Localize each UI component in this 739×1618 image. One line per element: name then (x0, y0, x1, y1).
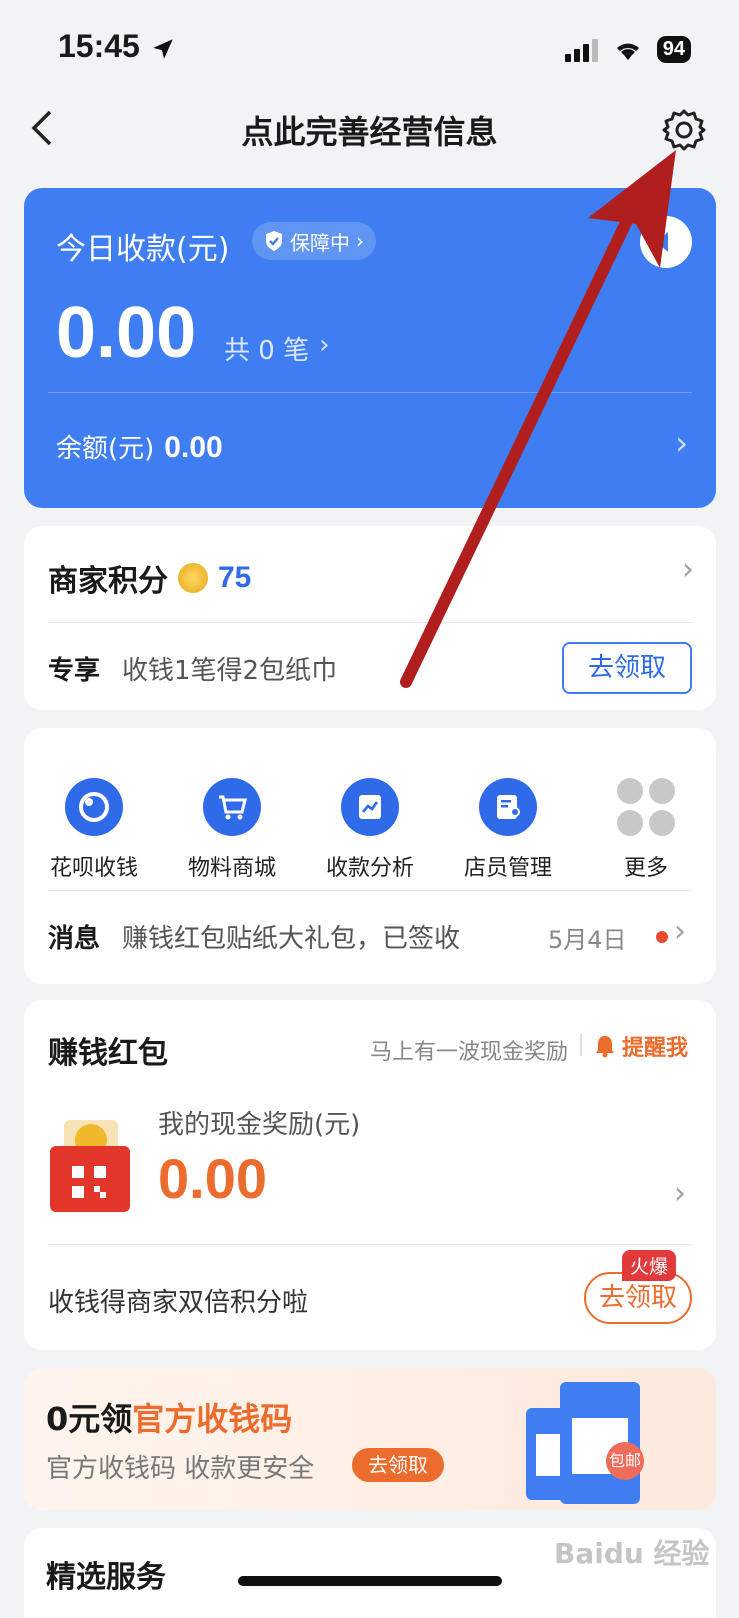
double-points-text: 收钱得商家双倍积分啦 (48, 1288, 309, 1318)
more-icon (617, 778, 675, 836)
chevron-right-icon: › (682, 552, 694, 587)
shortcut-label: 花呗收钱 (49, 856, 138, 881)
qrcode-promo-card[interactable]: 0元领官方收钱码 官方收钱码 收款更安全 去领取 包邮 (24, 1368, 716, 1510)
page-title[interactable]: 点此完善经营信息 (0, 107, 739, 153)
battery-indicator: 94 (656, 36, 691, 63)
chart-icon (341, 778, 399, 836)
hot-badge: 火爆 (622, 1250, 677, 1281)
shortcut-income-analysis[interactable]: 收款分析 (300, 778, 440, 882)
status-time: 15:45 (58, 28, 140, 64)
coin-icon (178, 563, 208, 593)
red-packet-card: 赚钱红包 马上有一波现金奖励 提醒我 我的现金奖励(元) 0.00 › 收钱得商… (24, 1000, 716, 1350)
qrcode-promo-title-prefix: 0元领 (46, 1400, 133, 1438)
divider (48, 622, 692, 623)
claim-offer-button[interactable]: 去领取 (562, 642, 692, 694)
signal-icon (564, 38, 598, 62)
merchant-points-card: 商家积分 75 › 专享 收钱1笔得2包纸巾 去领取 (24, 526, 716, 710)
points-row[interactable]: 商家积分 75 (48, 556, 251, 600)
free-shipping-badge: 包邮 (606, 1442, 644, 1480)
shortcut-staff-management[interactable]: 店员管理 (438, 778, 578, 882)
points-value: 75 (218, 561, 252, 594)
location-arrow-icon (150, 36, 176, 66)
qrcode-promo-title-highlight: 官方收钱码 (132, 1400, 293, 1438)
shortcut-label: 更多 (623, 856, 668, 881)
message-row[interactable]: 消息 赚钱红包贴纸大礼包，已签收 5月4日 › (24, 890, 716, 984)
qrcode-promo-title: 0元领官方收钱码 (46, 1394, 292, 1440)
shortcut-materials-mall[interactable]: 物料商城 (162, 778, 302, 882)
divider (48, 392, 692, 393)
today-income-title: 今日收款(元) (56, 232, 230, 267)
red-packet-title: 赚钱红包 (48, 1036, 168, 1071)
shortcut-more[interactable]: 更多 (576, 778, 716, 882)
chevron-right-icon: › (675, 424, 688, 462)
today-income-card[interactable]: 今日收款(元) 保障中 › 0.00 共 0 笔 › 余额(元) 0.00 › (24, 188, 716, 508)
staff-icon (479, 778, 537, 836)
balance-value: 0.00 (164, 431, 223, 464)
chevron-right-icon: › (356, 229, 364, 253)
reward-label: 我的现金奖励(元) (158, 1110, 361, 1140)
chevron-right-icon: › (319, 330, 330, 360)
protection-badge-label: 保障中 (290, 230, 350, 255)
transaction-count-label: 共 0 笔 (224, 336, 310, 366)
divider (48, 1244, 692, 1245)
transaction-count[interactable]: 共 0 笔 › (224, 330, 329, 367)
shortcut-label: 店员管理 (463, 856, 552, 881)
red-packet-hint: 马上有一波现金奖励 (370, 1040, 569, 1065)
wifi-icon (616, 43, 639, 60)
cart-icon (203, 778, 261, 836)
chevron-right-icon[interactable]: › (674, 1176, 686, 1211)
reward-value: 0.00 (158, 1147, 267, 1210)
balance-label: 余额(元) (56, 434, 155, 464)
huabei-icon (65, 778, 123, 836)
shortcut-label: 收款分析 (325, 856, 414, 881)
shortcut-huabei[interactable]: 花呗收钱 (24, 778, 164, 882)
protection-badge[interactable]: 保障中 › (252, 222, 376, 260)
message-date: 5月4日 (548, 926, 627, 954)
chevron-right-icon: › (674, 914, 686, 949)
gear-icon (662, 109, 706, 151)
balance-row[interactable]: 余额(元) 0.00 (56, 428, 223, 465)
exclusive-offer-text: 收钱1笔得2包纸巾 (122, 656, 338, 686)
claim-qrcode-button[interactable]: 去领取 (352, 1448, 444, 1482)
exclusive-tag: 专享 (48, 656, 101, 686)
speaker-icon (655, 232, 668, 252)
today-amount: 0.00 (56, 293, 197, 373)
baidu-watermark: Baidu 经验 (554, 1537, 710, 1570)
home-indicator[interactable] (238, 1576, 502, 1586)
shortcut-label: 物料商城 (187, 856, 276, 881)
shortcuts-card: 花呗收钱 物料商城 收款分析 店员管理 更多 消息 赚钱红包贴纸大礼包，已签收 … (24, 728, 716, 984)
message-label: 消息 (48, 924, 101, 954)
divider (580, 1034, 582, 1056)
unread-dot (656, 931, 668, 943)
message-text: 赚钱红包贴纸大礼包，已签收 (122, 924, 461, 954)
bell-icon (596, 1036, 614, 1058)
points-label: 商家积分 (48, 564, 168, 599)
qrcode-promo-subtitle: 官方收钱码 收款更安全 (46, 1454, 315, 1484)
remind-me-label: 提醒我 (622, 1036, 689, 1061)
status-icons: 94 (564, 36, 691, 63)
selected-services-title: 精选服务 (46, 1560, 166, 1595)
voice-button[interactable] (640, 216, 692, 268)
shield-icon (266, 231, 282, 251)
red-packet-icon (50, 1116, 130, 1212)
remind-me-button[interactable]: 提醒我 (594, 1030, 688, 1062)
settings-button[interactable] (662, 108, 706, 156)
